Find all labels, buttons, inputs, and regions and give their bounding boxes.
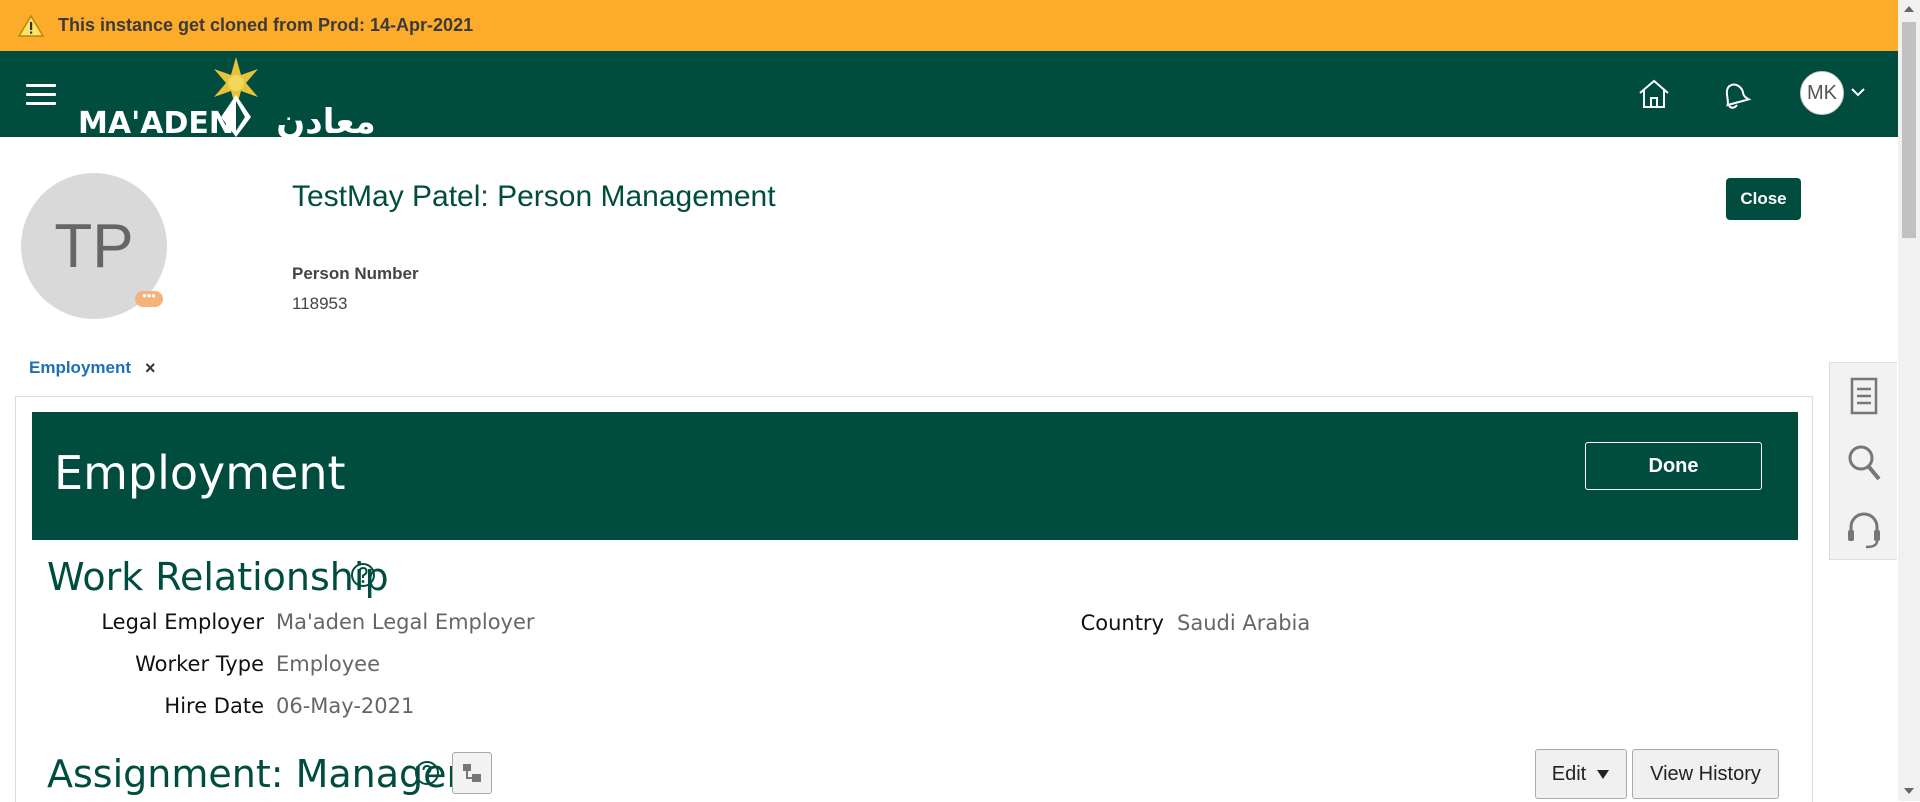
user-avatar[interactable]: MK [1800, 71, 1844, 115]
dropdown-arrow-icon [1597, 770, 1610, 779]
legal-employer-value: Ma'aden Legal Employer [276, 610, 535, 634]
banner-text: This instance get cloned from Prod: 14-A… [58, 15, 474, 35]
help-icon[interactable] [350, 562, 376, 588]
country-label: Country [1080, 611, 1164, 635]
employment-title: Employment [54, 446, 346, 500]
hierarchy-button[interactable] [452, 752, 492, 794]
avatar-more-icon[interactable]: ••• [135, 289, 163, 307]
tab-employment[interactable]: Employment × [15, 348, 170, 400]
worker-type-value: Employee [276, 652, 381, 676]
done-button[interactable]: Done [1585, 442, 1762, 490]
maaden-logo[interactable]: MA'ADEN معادن [76, 55, 406, 137]
employment-header: Employment Done [32, 412, 1798, 540]
notifications-bell-icon[interactable] [1716, 76, 1752, 112]
hire-date-value: 06-May-2021 [276, 694, 415, 718]
edit-button[interactable]: Edit [1535, 749, 1627, 799]
person-number-value: 118953 [292, 294, 348, 313]
close-button[interactable]: Close [1726, 178, 1801, 220]
worker-type-label: Worker Type [135, 652, 264, 676]
work-relationship-title: Work Relationship [47, 555, 389, 599]
hierarchy-icon [463, 764, 481, 782]
search-icon[interactable] [1844, 441, 1884, 485]
menu-icon[interactable] [26, 84, 56, 106]
chevron-down-icon[interactable] [1850, 85, 1866, 99]
hire-date-label: Hire Date [164, 694, 264, 718]
app-header: MA'ADEN معادن MK [0, 51, 1898, 137]
logo-arabic: معادن [276, 102, 375, 137]
legal-employer-label: Legal Employer [101, 610, 264, 634]
headset-icon[interactable] [1844, 507, 1884, 551]
scroll-up-arrow-icon[interactable] [1904, 6, 1914, 12]
home-icon[interactable] [1636, 76, 1672, 112]
assignment-help-icon[interactable] [414, 760, 440, 786]
tab-close-icon[interactable]: × [145, 358, 156, 379]
tab-employment-label: Employment [29, 358, 132, 377]
page-title: TestMay Patel: Person Management [292, 180, 776, 213]
logo-latin: MA'ADEN [78, 106, 234, 137]
clone-warning-banner: This instance get cloned from Prod: 14-A… [0, 0, 1898, 51]
view-history-button[interactable]: View History [1632, 749, 1779, 799]
page-scrollbar[interactable] [1898, 0, 1920, 801]
side-tools-panel [1829, 362, 1897, 560]
assignment-title: Assignment: Manager [47, 752, 463, 796]
edit-button-label: Edit [1551, 762, 1587, 785]
warning-icon [18, 14, 44, 37]
scrollbar-thumb[interactable] [1902, 22, 1916, 238]
country-value: Saudi Arabia [1177, 611, 1311, 635]
document-icon[interactable] [1844, 375, 1884, 419]
person-number-label: Person Number [292, 264, 419, 283]
scroll-down-arrow-icon[interactable] [1904, 788, 1914, 794]
